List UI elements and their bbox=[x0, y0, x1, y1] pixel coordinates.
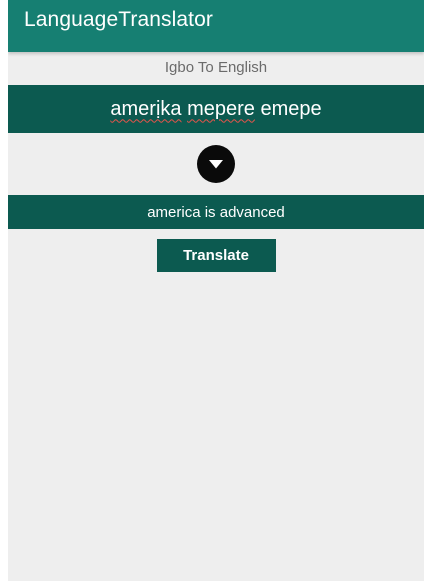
swap-row bbox=[8, 133, 424, 195]
source-text-input[interactable]: amerịka mepere emepe bbox=[8, 85, 424, 133]
caret-down-icon bbox=[209, 159, 223, 168]
app-screen: LanguageTranslator Igbo To English amerị… bbox=[8, 0, 424, 581]
source-word: emepe bbox=[260, 97, 322, 120]
swap-direction-button[interactable] bbox=[197, 145, 235, 183]
app-bar: LanguageTranslator bbox=[8, 0, 424, 52]
app-title: LanguageTranslator bbox=[24, 8, 213, 31]
source-text: amerịka mepere emepe bbox=[110, 98, 321, 121]
source-word: mepere bbox=[187, 97, 255, 120]
translate-button[interactable]: Translate bbox=[156, 239, 276, 272]
translation-output: america is advanced bbox=[8, 195, 424, 229]
translate-row: Translate bbox=[8, 239, 424, 272]
language-direction-label: Igbo To English bbox=[164, 59, 268, 76]
translation-text: america is advanced bbox=[147, 203, 285, 221]
source-word: amerịka bbox=[110, 97, 182, 120]
